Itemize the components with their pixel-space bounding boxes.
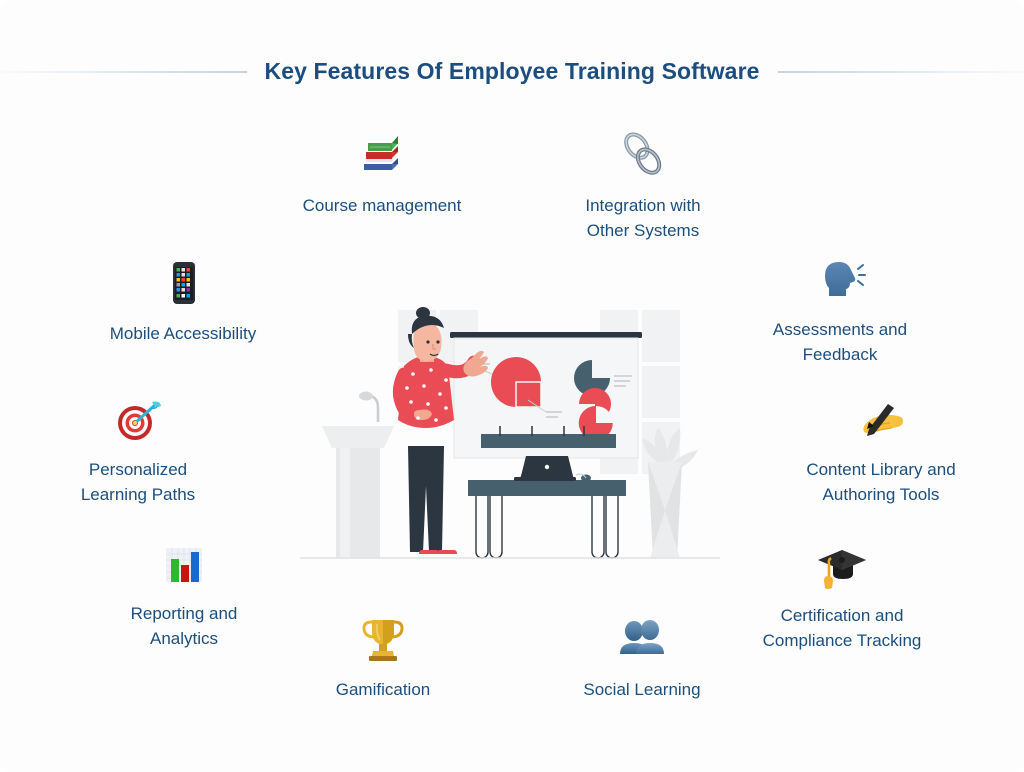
feature-label: Social Learning <box>583 680 701 699</box>
feature-label: Assessments and Feedback <box>772 320 908 364</box>
busts-in-silhouette-icon <box>615 612 669 666</box>
feature-label: Content Library and Authoring Tools <box>806 460 956 504</box>
infographic-canvas: Key Features Of Employee Training Softwa… <box>0 0 1024 772</box>
feature-label: Personalized Learning Paths <box>80 460 196 504</box>
feature-label: Certification and Compliance Tracking <box>762 606 922 650</box>
title-rule-left <box>0 70 247 73</box>
feature-integration-with-other-systems: Integration with Other Systems <box>562 126 724 243</box>
feature-label: Gamification <box>335 680 431 699</box>
feature-gamification: Gamification <box>327 612 439 703</box>
feature-certification-and-compliance-tracking: Certification and Compliance Tracking <box>750 538 934 653</box>
dart-target-icon <box>111 392 165 446</box>
mobile-phone-icon <box>156 256 210 310</box>
feature-assessments-and-feedback: Assessments and Feedback <box>760 252 920 367</box>
feature-content-library-and-authoring-tools: Content Library and Authoring Tools <box>790 392 972 507</box>
trophy-icon <box>356 612 410 666</box>
feature-label: Mobile Accessibility <box>109 324 257 343</box>
feature-reporting-and-analytics: Reporting and Analytics <box>108 538 260 651</box>
graduation-cap-icon <box>815 538 869 592</box>
feature-personalized-learning-paths: Personalized Learning Paths <box>65 392 211 507</box>
books-icon <box>354 126 410 182</box>
feature-mobile-accessibility: Mobile Accessibility <box>93 256 273 347</box>
feature-social-learning: Social Learning <box>575 612 709 703</box>
presentation-illustration <box>300 300 720 580</box>
speaking-head-icon <box>813 252 867 306</box>
feature-label: Reporting and Analytics <box>130 604 238 648</box>
bar-chart-icon <box>158 538 210 590</box>
feature-label: Course management <box>302 196 462 215</box>
page-title: Key Features Of Employee Training Softwa… <box>264 58 760 84</box>
chain-link-icon <box>615 126 671 182</box>
feature-label: Integration with Other Systems <box>585 196 701 240</box>
page-title-row: Key Features Of Employee Training Softwa… <box>0 58 1024 85</box>
feature-course-management: Course management <box>291 126 473 219</box>
title-rule-right <box>777 70 1024 73</box>
writing-hand-icon <box>854 392 908 446</box>
